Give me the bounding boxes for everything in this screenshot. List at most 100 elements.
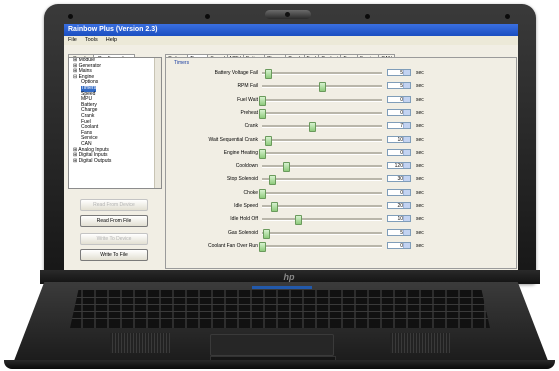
timer-label: Crank (244, 123, 258, 130)
timer-value-input[interactable]: 0 (387, 108, 411, 116)
touchpad[interactable] (210, 334, 334, 356)
timer-label: Wait Sequential Crank (208, 136, 258, 143)
menu-bar: File Tools Help (64, 36, 518, 45)
timer-slider[interactable] (262, 82, 382, 93)
unit-label: sec (416, 203, 424, 209)
unit-label: sec (416, 163, 424, 170)
timer-value-input[interactable]: 0 (387, 148, 411, 156)
timer-value-input[interactable]: 5 (387, 69, 411, 76)
left-panel: ScadaConfiguration ⊞ Module⊞ Generator⊞ … (68, 47, 162, 267)
timer-row: Fuel Wait 0 sec (166, 95, 516, 106)
unit-label: sec (416, 123, 424, 130)
timer-label: Preheat (240, 109, 258, 116)
bezel-screw (68, 14, 73, 19)
unit-label: sec (416, 70, 424, 76)
right-panel: OptionsTimersSpeedMPUBatteryChargeCrankF… (165, 47, 517, 269)
timer-slider[interactable] (262, 162, 382, 173)
menu-item-tools[interactable]: Tools (85, 37, 98, 43)
slider-thumb[interactable] (268, 175, 276, 186)
timer-label: Battery Voltage Fail (214, 70, 258, 76)
unit-label: sec (416, 136, 424, 143)
unit-label: sec (416, 96, 424, 103)
slider-thumb[interactable] (265, 69, 272, 79)
bezel-screw (365, 14, 370, 19)
timer-slider[interactable] (262, 69, 382, 79)
read-from-device-button[interactable]: Read From Device (80, 199, 148, 211)
speaker-grille (390, 333, 450, 353)
slider-thumb[interactable] (283, 162, 290, 173)
unit-label: sec (416, 242, 424, 249)
slider-thumb[interactable] (295, 215, 302, 226)
timer-value-input[interactable]: 30 (387, 175, 411, 183)
slider-thumb[interactable] (265, 135, 272, 146)
slider-thumb[interactable] (262, 228, 270, 239)
timer-value-input[interactable]: 20 (387, 202, 411, 209)
speaker-grille (110, 333, 170, 353)
menu-item-file[interactable]: File (68, 37, 77, 43)
timer-row: Gas Solenoid 5 sec (166, 228, 516, 239)
slider-thumb[interactable] (259, 108, 266, 119)
power-indicator (252, 286, 312, 289)
timer-value-input[interactable]: 0 (387, 241, 411, 249)
unit-label: sec (416, 109, 424, 116)
slider-thumb[interactable] (259, 148, 266, 159)
unit-label: sec (416, 149, 424, 156)
timer-slider[interactable] (259, 241, 382, 252)
timer-label: Choke (243, 189, 258, 196)
timer-slider[interactable] (262, 175, 382, 186)
timer-slider[interactable] (262, 215, 382, 226)
slider-thumb[interactable] (259, 188, 266, 199)
timer-label: Fuel Wait (237, 96, 258, 103)
timer-row: Choke 0 sec (166, 188, 516, 199)
timer-row: Idle Hold Off 10 sec (166, 214, 516, 226)
group-label: Timers (174, 60, 190, 66)
slider-thumb[interactable] (271, 202, 278, 212)
write-to-device-button[interactable]: Write To Device (80, 233, 148, 245)
unit-label: sec (416, 229, 424, 236)
keyboard (70, 290, 490, 328)
unit-label: sec (416, 216, 424, 223)
config-tree[interactable]: ⊞ Module ⊞ Generator ⊞ Mains ⊟ Engine Option… (68, 57, 162, 189)
timer-slider[interactable] (262, 135, 382, 146)
write-to-file-button[interactable]: Write To File (80, 249, 148, 261)
slider-thumb[interactable] (319, 82, 326, 93)
laptop-front-edge (4, 360, 555, 369)
timer-row: Stop Solenoid 30 sec (166, 174, 516, 186)
timer-value-input[interactable]: 120 (387, 162, 411, 170)
timer-slider[interactable] (259, 108, 382, 119)
timer-value-input[interactable]: 0 (387, 188, 411, 196)
screen: Rainbow Plus (Version 2.3) File Tools Help… (64, 24, 518, 270)
timer-slider[interactable] (262, 202, 382, 212)
timer-label: Idle Speed (234, 203, 258, 209)
tree-item[interactable]: ⊞ Digital Outputs (69, 158, 161, 165)
laptop-logo: hp (283, 272, 295, 282)
slider-thumb[interactable] (259, 241, 266, 252)
timer-row: Coolant Fan Over Run 0 sec (166, 241, 516, 252)
timers-group: Timers Battery Voltage Fail 5 sec RPM Fail 5… (165, 57, 517, 269)
timer-slider[interactable] (262, 228, 382, 239)
slider-thumb[interactable] (309, 122, 317, 133)
unit-label: sec (416, 83, 424, 90)
read-from-file-button[interactable]: Read From File (80, 215, 148, 227)
timer-row: RPM Fail 5 sec (166, 81, 516, 93)
timer-row: Engine Heating 0 sec (166, 148, 516, 159)
timer-row: Preheat 0 sec (166, 108, 516, 119)
timer-value-input[interactable]: 10 (387, 215, 411, 223)
timer-value-input[interactable]: 5 (387, 82, 411, 90)
menu-item-help[interactable]: Help (106, 37, 117, 43)
timer-value-input[interactable]: 10 (387, 135, 411, 143)
timer-label: Idle Hold Off (230, 216, 258, 223)
unit-label: sec (416, 189, 424, 196)
timer-value-input[interactable]: 5 (387, 228, 411, 236)
unit-label: sec (416, 176, 424, 183)
slider-thumb[interactable] (259, 95, 266, 106)
tree-scrollbar[interactable] (154, 58, 161, 188)
timer-value-input[interactable]: 0 (387, 95, 411, 103)
timer-slider[interactable] (259, 188, 382, 199)
timer-label: Cooldown (235, 163, 258, 170)
timer-slider[interactable] (262, 122, 382, 133)
timer-slider[interactable] (259, 148, 382, 159)
webcam-icon (265, 10, 311, 19)
timer-value-input[interactable]: 7 (387, 122, 411, 130)
timer-slider[interactable] (259, 95, 382, 106)
